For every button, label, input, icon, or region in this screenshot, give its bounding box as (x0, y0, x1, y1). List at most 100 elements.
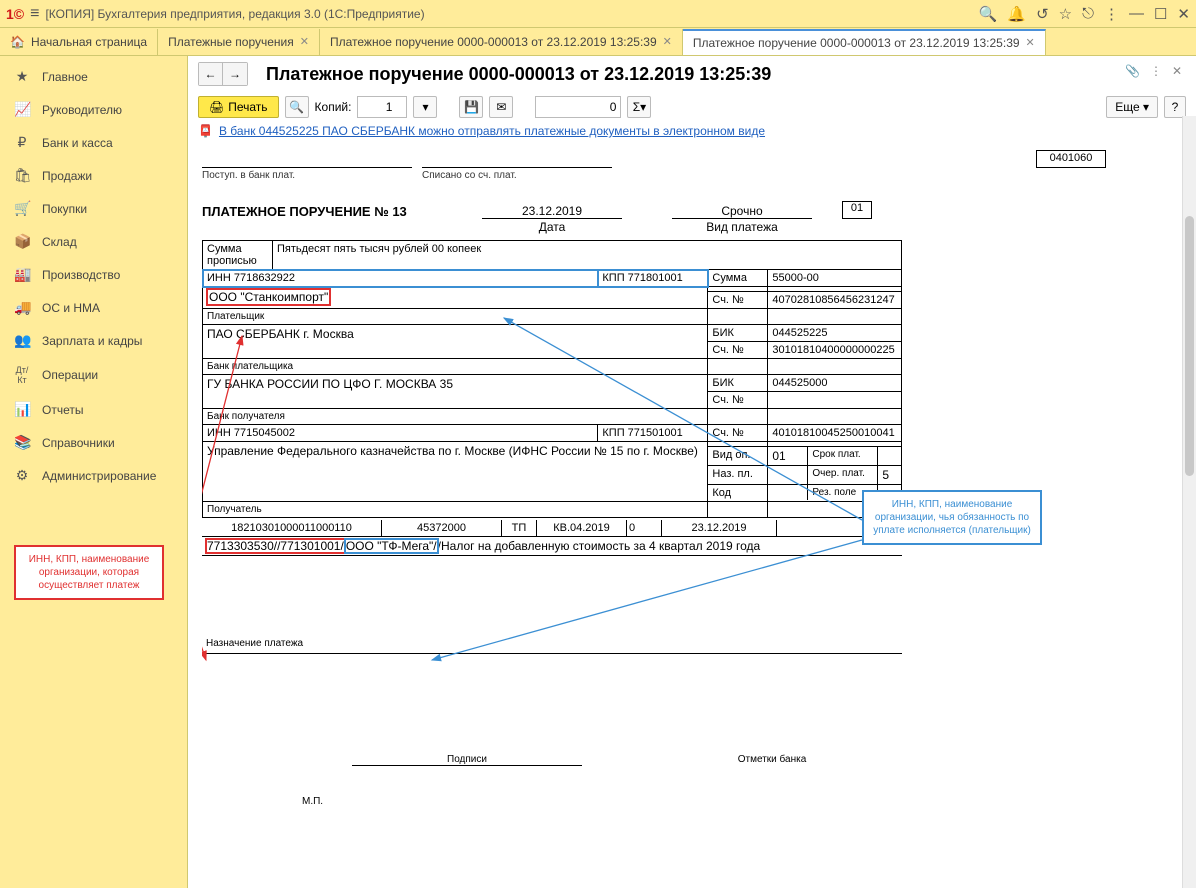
sidebar-label: Администрирование (42, 469, 156, 483)
copies-input[interactable] (357, 96, 407, 118)
tab-close-icon[interactable]: ✕ (663, 35, 672, 48)
paperclip-icon[interactable]: 📎 (1125, 64, 1140, 78)
bag-icon: 🛍 (14, 167, 30, 184)
sigma-button[interactable]: Σ▾ (627, 96, 651, 118)
order-date: 23.12.2019 (482, 204, 622, 219)
window-title: [КОПИЯ] Бухгалтерия предприятия, редакци… (45, 7, 972, 21)
content-area: 📎 ⋮ ✕ ← → Платежное поручение 0000-00001… (188, 56, 1196, 888)
star-icon[interactable]: ☆ (1059, 5, 1072, 23)
sidebar-item-warehouse[interactable]: 📦Склад (0, 225, 187, 258)
bik-label: БИК (708, 325, 768, 342)
sidebar-item-operations[interactable]: Дт/КтОперации (0, 357, 187, 393)
period-code: КВ.04.2019 (537, 520, 627, 537)
tabbar: 🏠 Начальная страница Платежные поручения… (0, 28, 1196, 56)
help-button[interactable]: ? (1164, 96, 1186, 118)
history-icon[interactable]: ↺ (1036, 5, 1049, 23)
toolbar: 🖨Печать 🔍 Копий: ▾ 💾 ✉ Σ▾ Еще ▾ ? (188, 92, 1196, 122)
payer-org: ООО "Станкоимпорт" (207, 289, 330, 305)
minimize-icon[interactable]: — (1129, 5, 1144, 22)
settings-icon[interactable]: ⋮ (1104, 5, 1119, 23)
sidebar-item-admin[interactable]: ⚙Администрирование (0, 459, 187, 492)
tab-close-icon[interactable]: ✕ (300, 35, 309, 48)
payment-purpose: 7713303530//771301001/ООО "ТФ-Мега"//Нал… (202, 537, 902, 556)
more-button[interactable]: Еще ▾ (1106, 96, 1158, 118)
tab-home[interactable]: 🏠 Начальная страница (0, 29, 158, 55)
sidebar-item-salary[interactable]: 👥 Зарплата и кадры (0, 324, 187, 357)
doc-title: Платежное поручение 0000-000013 от 23.12… (266, 64, 771, 85)
ocher-label: Очер. плат. (808, 466, 878, 484)
payer-bank: ПАО СБЕРБАНК г. Москва (207, 327, 354, 341)
sidebar-item-directories[interactable]: 📚Справочники (0, 426, 187, 459)
payer-bank-label: Банк плательщика (203, 359, 708, 375)
date-label: Дата (482, 220, 622, 234)
more-icon[interactable]: ⋮ (1150, 64, 1162, 78)
purpose-org: ООО "ТФ-Мега"/ (345, 539, 438, 553)
sidebar-item-purchases[interactable]: 🛒Покупки (0, 192, 187, 225)
recv-kpp: КПП 771501001 (598, 425, 708, 442)
sum-input[interactable] (535, 96, 621, 118)
vertical-scrollbar[interactable] (1182, 116, 1196, 888)
payer-account: 40702810856456231247 (768, 292, 902, 309)
email-button[interactable]: ✉ (489, 96, 513, 118)
sum-words: Пятьдесят пять тысяч рублей 00 копеек (273, 241, 902, 270)
copies-label: Копий: (315, 100, 352, 114)
sidebar-item-reports[interactable]: 📊Отчеты (0, 393, 187, 426)
sidebar-item-production[interactable]: 🏭 Производство (0, 258, 187, 291)
payment-order-form: 0401060 Поступ. в банк плат. Списано со … (202, 150, 1122, 807)
purpose-id: 7713303530//771301001/ (206, 539, 345, 553)
sidebar-item-main[interactable]: ★Главное (0, 60, 187, 93)
people-icon: 👥 (14, 332, 30, 349)
sidebar-label: Зарплата и кадры (42, 334, 142, 348)
more-label: Еще (1115, 100, 1139, 114)
payer-bank-account: 30101810400000000225 (768, 342, 902, 359)
kbk-code: 18210301000011000110 (202, 520, 382, 537)
sidebar-item-sales[interactable]: 🛍Продажи (0, 159, 187, 192)
close-panel-icon[interactable]: ✕ (1172, 64, 1182, 78)
recv-org: Управление Федерального казначейства по … (207, 444, 698, 458)
bell-icon[interactable]: 🔔 (1007, 5, 1026, 23)
save-button[interactable]: 💾 (459, 96, 483, 118)
sidebar-item-bank[interactable]: ₽Банк и касса (0, 126, 187, 159)
sidebar-label: Главное (42, 70, 88, 84)
spinner-button[interactable]: ▾ (413, 96, 437, 118)
tab-payment-order-13b[interactable]: Платежное поручение 0000-000013 от 23.12… (683, 29, 1046, 55)
sidebar-label: Склад (42, 235, 77, 249)
titlebar: 1© ≡ [КОПИЯ] Бухгалтерия предприятия, ре… (0, 0, 1196, 28)
logo-1c: 1© (6, 6, 24, 22)
tab-payment-order-13a[interactable]: Платежное поручение 0000-000013 от 23.12… (320, 29, 683, 55)
sidebar: ★Главное 📈Руководителю ₽Банк и касса 🛍Пр… (0, 56, 188, 888)
kod-label: Код (708, 485, 768, 502)
link-icon[interactable]: ⎋ (1082, 5, 1094, 22)
sidebar-item-assets[interactable]: 🚚ОС и НМА (0, 291, 187, 324)
sidebar-label: Производство (42, 268, 120, 282)
sidebar-item-manager[interactable]: 📈Руководителю (0, 93, 187, 126)
tab-label: Платежное поручение 0000-000013 от 23.12… (693, 36, 1020, 50)
preview-button[interactable]: 🔍 (285, 96, 309, 118)
print-button[interactable]: 🖨Печать (198, 96, 279, 118)
tab-close-icon[interactable]: ✕ (1026, 36, 1035, 49)
search-icon[interactable]: 🔍 (979, 5, 998, 23)
mp-label: М.П. (202, 796, 1122, 807)
menu-icon[interactable]: ≡ (30, 5, 39, 23)
books-icon: 📚 (14, 434, 30, 451)
sum-label: Сумма (708, 270, 768, 287)
recv-bank-label: Банк получателя (203, 409, 708, 425)
factory-icon: 🏭 (14, 266, 30, 283)
back-button[interactable]: ← (199, 63, 223, 85)
tab-label: Платежные поручения (168, 35, 294, 49)
scrollbar-thumb[interactable] (1185, 216, 1194, 476)
tab-payment-orders[interactable]: Платежные поручения ✕ (158, 29, 320, 55)
bank-link[interactable]: В банк 044525225 ПАО СБЕРБАНК можно отпр… (219, 124, 765, 138)
close-icon[interactable]: ✕ (1177, 5, 1190, 23)
cart-icon: 🛒 (14, 200, 30, 217)
maximize-icon[interactable]: ☐ (1154, 5, 1167, 23)
sidebar-label: Руководителю (42, 103, 122, 117)
forward-button[interactable]: → (223, 63, 247, 85)
home-icon: 🏠 (10, 35, 25, 49)
form-code: 0401060 (1036, 150, 1106, 168)
doc-date: 23.12.2019 (662, 520, 777, 537)
order-code: 01 (842, 201, 872, 219)
bik-label: БИК (708, 375, 768, 392)
recv-label: Получатель (203, 502, 708, 518)
send-icon: 📮 (198, 124, 213, 138)
